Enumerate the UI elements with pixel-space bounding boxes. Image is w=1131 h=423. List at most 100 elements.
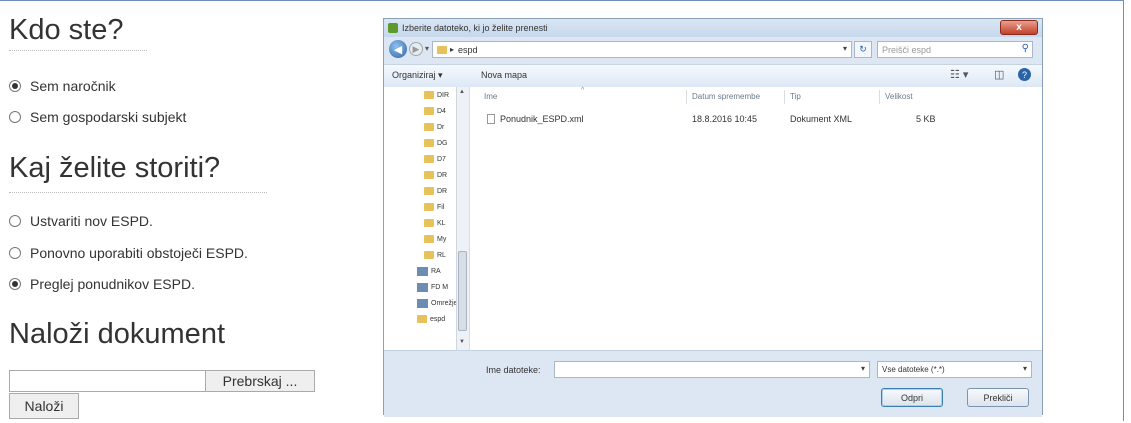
folder-icon <box>424 187 434 195</box>
upload-button[interactable]: Naloži <box>9 393 79 419</box>
preview-pane-icon[interactable]: ◫ <box>994 68 1004 81</box>
file-path-field[interactable] <box>10 371 205 391</box>
file-name[interactable]: Ponudnik_ESPD.xml <box>500 114 584 124</box>
folder-icon <box>424 235 434 243</box>
search-placeholder: Preišči espd <box>882 44 932 55</box>
folder-icon <box>437 45 447 54</box>
folder-icon <box>424 123 434 131</box>
heading-action: Kaj želite storiti? <box>9 152 221 184</box>
folder-icon <box>424 91 434 99</box>
folder-icon <box>424 155 434 163</box>
help-icon[interactable]: ? <box>1018 68 1031 81</box>
address-field[interactable]: ▸ espd ▾ <box>432 41 852 58</box>
folder-icon <box>424 251 434 259</box>
radio-button-checked[interactable] <box>9 278 21 290</box>
address-path: espd <box>458 44 478 55</box>
nav-folder[interactable]: Fil <box>424 203 444 211</box>
chevron-down-icon[interactable]: ▾ <box>1023 364 1027 373</box>
folder-icon <box>417 315 427 323</box>
filename-input[interactable]: ▾ <box>554 361 870 378</box>
nav-folder[interactable]: DG <box>424 139 448 147</box>
search-icon[interactable]: ⚲ <box>1022 43 1029 54</box>
radio-contracting-authority[interactable]: Sem naročnik <box>9 78 116 94</box>
network-drive-icon <box>417 267 428 276</box>
close-button[interactable]: x <box>1000 20 1038 35</box>
scrollbar-thumb[interactable] <box>458 251 467 331</box>
search-input[interactable]: Preišči espd ⚲ <box>877 41 1033 58</box>
radio-review-espd[interactable]: Preglej ponudnikov ESPD. <box>9 276 195 292</box>
radio-label: Ustvariti nov ESPD. <box>30 213 153 229</box>
file-size: 5 KB <box>916 114 936 124</box>
filename-label: Ime datoteke: <box>486 365 541 375</box>
history-dropdown-icon[interactable]: ▾ <box>425 44 429 53</box>
heading-upload: Naloži dokument <box>9 318 225 350</box>
nav-folder[interactable]: Dr <box>424 123 444 131</box>
column-separator[interactable] <box>686 90 687 104</box>
nav-folder[interactable]: D7 <box>424 155 446 163</box>
back-arrow-icon[interactable]: ◀ <box>389 40 407 58</box>
command-bar: Organiziraj ▾ Nova mapa ☷ ▾ ◫ ? <box>384 64 1042 88</box>
scroll-down-icon[interactable]: ▼ <box>459 339 465 345</box>
folder-icon <box>424 203 434 211</box>
radio-label: Ponovno uporabiti obstoječi ESPD. <box>30 245 248 261</box>
heading-underline <box>9 192 267 193</box>
nav-drive[interactable]: FD M <box>417 283 448 292</box>
forward-arrow-icon[interactable]: ▶ <box>409 42 423 56</box>
network-drive-icon <box>417 283 428 292</box>
radio-economic-operator[interactable]: Sem gospodarski subjekt <box>9 109 186 125</box>
browse-button[interactable]: Prebrskaj ... <box>205 371 314 391</box>
nav-folder[interactable]: DIR <box>424 91 449 99</box>
column-header-type[interactable]: Tip <box>790 92 801 101</box>
sort-indicator-icon: ^ <box>581 87 585 94</box>
cancel-button[interactable]: Prekliči <box>967 388 1029 407</box>
nav-folder[interactable]: KL <box>424 219 446 227</box>
column-separator[interactable] <box>784 90 785 104</box>
nav-folder[interactable]: D4 <box>424 107 446 115</box>
app-icon <box>388 23 398 33</box>
dialog-title: Izberite datoteko, ki jo želite prenesti <box>402 23 548 33</box>
address-bar: ◀ ▶ ▾ ▸ espd ▾ ↻ Preišči espd ⚲ <box>384 38 1042 62</box>
network-icon <box>417 299 428 308</box>
nav-folder[interactable]: RL <box>424 251 446 259</box>
navigation-pane: DIR D4 Dr DG D7 DR DR Fil KL My RL RA FD… <box>384 87 470 350</box>
radio-create-espd[interactable]: Ustvariti nov ESPD. <box>9 213 153 229</box>
folder-icon <box>424 139 434 147</box>
file-type-filter[interactable]: Vse datoteke (*.*) ▾ <box>877 361 1032 378</box>
filter-value: Vse datoteke (*.*) <box>882 365 945 374</box>
chevron-down-icon[interactable]: ▾ <box>861 364 865 373</box>
nav-folder[interactable]: My <box>424 235 446 243</box>
radio-button[interactable] <box>9 215 21 227</box>
heading-underline <box>9 50 147 51</box>
views-icon[interactable]: ☷ ▾ <box>950 68 968 81</box>
nav-drive[interactable]: RA <box>417 267 441 276</box>
radio-label: Preglej ponudnikov ESPD. <box>30 276 195 292</box>
new-folder-button[interactable]: Nova mapa <box>481 70 527 80</box>
file-input[interactable]: Prebrskaj ... <box>9 370 315 392</box>
xml-file-icon <box>487 114 495 124</box>
file-type: Dokument XML <box>790 114 853 124</box>
nav-folder[interactable]: DR <box>424 187 447 195</box>
column-header-date[interactable]: Datum spremembe <box>692 92 760 101</box>
nav-folder-espd[interactable]: espd <box>417 315 445 323</box>
radio-label: Sem gospodarski subjekt <box>30 109 187 125</box>
folder-icon <box>424 171 434 179</box>
organize-menu[interactable]: Organiziraj ▾ <box>392 70 443 81</box>
nav-network[interactable]: Omrežje <box>417 299 457 308</box>
radio-button[interactable] <box>9 111 21 123</box>
column-header-size[interactable]: Velikost <box>885 92 913 101</box>
chevron-down-icon[interactable]: ▾ <box>843 44 847 53</box>
radio-button[interactable] <box>9 247 21 259</box>
radio-reuse-espd[interactable]: Ponovno uporabiti obstoječi ESPD. <box>9 245 248 261</box>
column-separator[interactable] <box>879 90 880 104</box>
dialog-titlebar: Izberite datoteko, ki jo želite prenesti… <box>384 19 1042 37</box>
refresh-icon[interactable]: ↻ <box>854 41 872 58</box>
open-button[interactable]: Odpri <box>881 388 943 407</box>
folder-icon <box>424 107 434 115</box>
scroll-up-icon[interactable]: ▲ <box>459 89 465 95</box>
file-date: 18.8.2016 10:45 <box>692 114 758 124</box>
column-header-name[interactable]: Ime <box>484 92 497 101</box>
radio-button-checked[interactable] <box>9 80 21 92</box>
heading-who: Kdo ste? <box>9 14 124 46</box>
nav-folder[interactable]: DR <box>424 171 447 179</box>
nav-scrollbar[interactable]: ▲ ▼ <box>456 87 469 350</box>
